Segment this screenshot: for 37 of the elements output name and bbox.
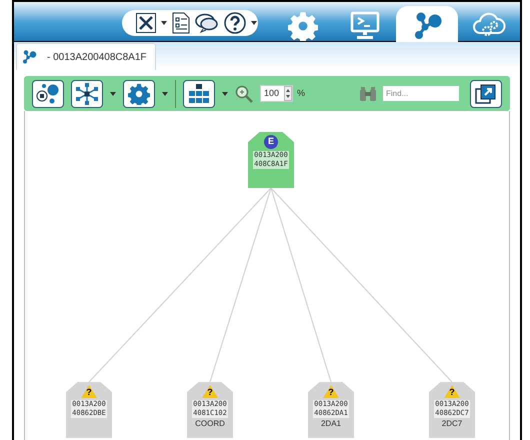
zoom-icon[interactable] xyxy=(235,84,253,102)
pop-out-button[interactable] xyxy=(470,80,502,108)
zoom-unit: % xyxy=(297,86,306,100)
zoom-field[interactable]: 100 xyxy=(260,85,293,102)
find-field[interactable]: Find... xyxy=(383,86,459,101)
binoculars-icon[interactable] xyxy=(360,86,376,100)
coordinator-badge: E xyxy=(264,135,278,149)
node-name: 2DA1 xyxy=(320,418,341,430)
settings-button[interactable] xyxy=(123,80,155,108)
view-button[interactable] xyxy=(183,80,215,108)
pop-out-icon xyxy=(475,84,497,104)
help-icon[interactable] xyxy=(224,12,246,34)
settings-icon xyxy=(288,11,318,41)
layout-button[interactable] xyxy=(71,80,103,108)
tab-label: - 0013A200408C8A1F xyxy=(47,50,148,64)
warning-badge: ? xyxy=(323,385,339,398)
monitor-icon xyxy=(349,11,381,41)
chat-icon[interactable] xyxy=(195,13,219,33)
node-name: 2DC7 xyxy=(442,418,462,430)
caret-icon[interactable] xyxy=(161,21,167,25)
warning-badge: ? xyxy=(202,385,218,398)
node-name: COORD xyxy=(195,418,225,430)
settings-icon xyxy=(128,82,150,104)
caret-icon[interactable] xyxy=(222,92,228,96)
network-discover-icon xyxy=(36,82,60,104)
document-tab[interactable]: - 0013A200408C8A1F xyxy=(16,43,156,70)
checklist-icon[interactable] xyxy=(172,12,190,34)
caret-icon[interactable] xyxy=(162,92,168,96)
warning-badge: ? xyxy=(81,385,97,398)
caret-icon[interactable] xyxy=(251,21,257,25)
warning-badge: ? xyxy=(444,385,460,398)
caret-icon[interactable] xyxy=(110,92,116,96)
hierarchy-icon xyxy=(188,84,210,104)
spinner-icon[interactable] xyxy=(284,86,292,101)
network-graph-icon xyxy=(75,82,99,104)
network-icon xyxy=(21,49,37,65)
discover-button[interactable] xyxy=(32,80,64,108)
